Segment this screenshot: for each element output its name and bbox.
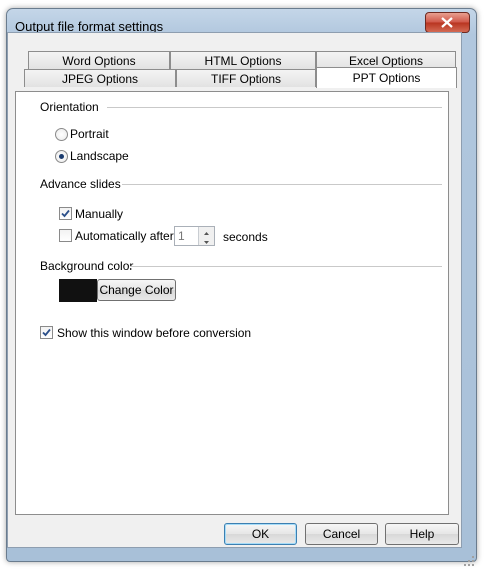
divider	[130, 266, 442, 268]
resize-grip-icon[interactable]	[464, 556, 474, 566]
divider	[122, 184, 442, 186]
divider	[107, 107, 442, 109]
orientation-group-label: Orientation	[40, 100, 99, 114]
show-window-label[interactable]: Show this window before conversion	[57, 326, 251, 340]
manually-label[interactable]: Manually	[75, 207, 123, 221]
radio-selected-dot	[59, 154, 64, 159]
spinner-buttons	[198, 227, 214, 245]
seconds-value[interactable]: 1	[178, 229, 185, 243]
portrait-radio[interactable]	[55, 128, 68, 141]
change-color-button[interactable]: Change Color	[97, 279, 176, 301]
background-color-group-label: Background color	[40, 259, 134, 273]
automatically-after-label[interactable]: Automatically after	[75, 229, 174, 243]
landscape-label[interactable]: Landscape	[70, 149, 129, 163]
portrait-label[interactable]: Portrait	[70, 127, 109, 141]
manually-checkbox[interactable]	[59, 207, 72, 220]
checkmark-icon	[42, 328, 51, 337]
advance-slides-group-label: Advance slides	[40, 177, 121, 191]
help-button[interactable]: Help	[385, 523, 459, 545]
checkmark-icon	[61, 209, 70, 218]
seconds-spinner[interactable]: 1	[174, 226, 215, 246]
arrow-down-icon	[204, 241, 209, 244]
landscape-radio[interactable]	[55, 150, 68, 163]
show-window-checkbox[interactable]	[40, 326, 53, 339]
ok-button[interactable]: OK	[224, 523, 297, 545]
background-color-swatch	[59, 279, 97, 302]
spin-down-button[interactable]	[199, 236, 214, 245]
automatically-after-checkbox[interactable]	[59, 229, 72, 242]
cancel-button[interactable]: Cancel	[305, 523, 378, 545]
seconds-label: seconds	[223, 230, 268, 244]
